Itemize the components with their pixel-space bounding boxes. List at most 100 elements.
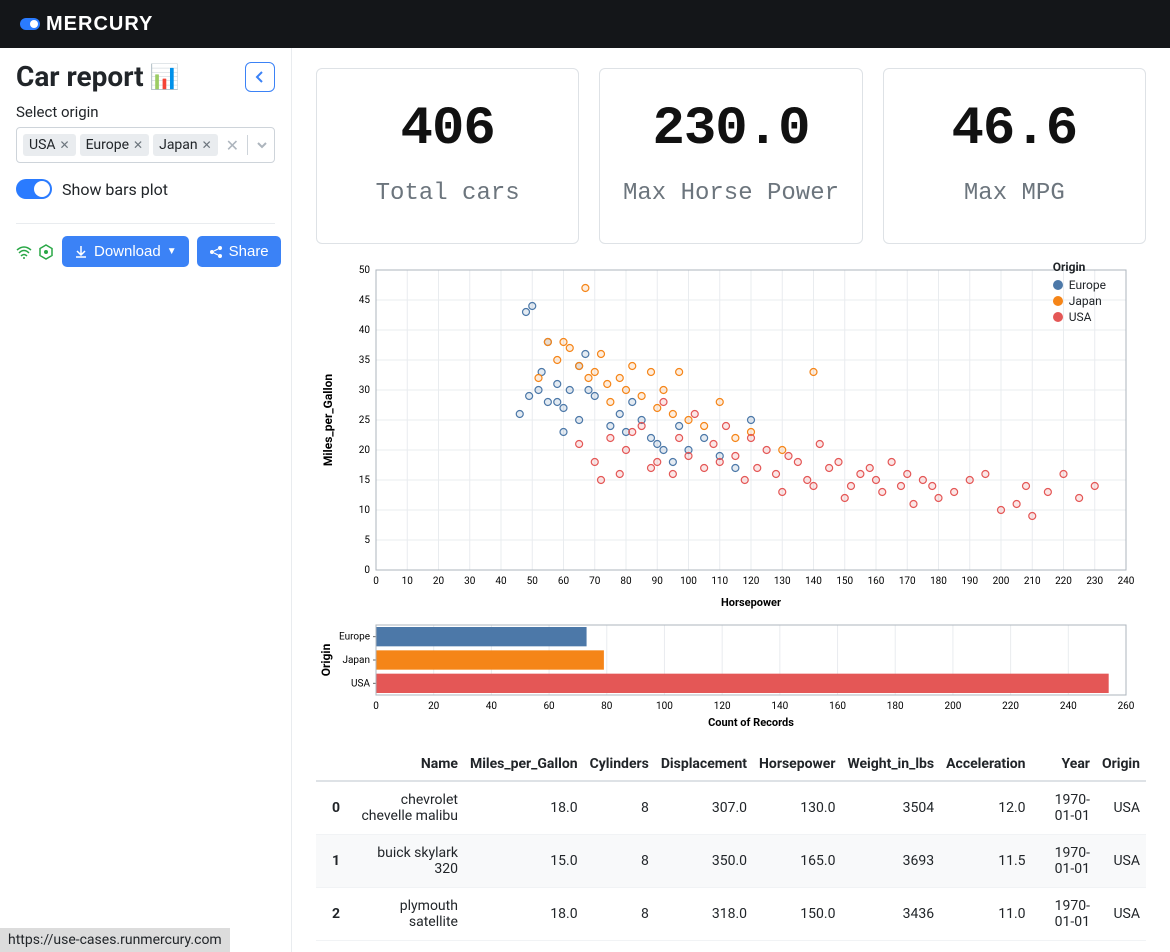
svg-text:40: 40 xyxy=(486,701,498,712)
svg-text:120: 120 xyxy=(743,576,760,587)
tag-usa: USA✕ xyxy=(23,134,76,156)
svg-text:260: 260 xyxy=(1118,701,1135,712)
share-button[interactable]: Share xyxy=(197,236,281,267)
svg-text:60: 60 xyxy=(558,576,570,587)
svg-text:45: 45 xyxy=(359,295,371,306)
svg-text:15: 15 xyxy=(359,475,371,486)
svg-text:80: 80 xyxy=(620,576,632,587)
page-title-text: Car report xyxy=(16,60,144,93)
svg-text:Count of Records: Count of Records xyxy=(708,716,794,729)
table-row: 0chevrolet chevelle malibu18.08307.0130.… xyxy=(316,781,1146,835)
scatter-plot-svg: 0102030405060708090100110120130140150160… xyxy=(316,260,1136,610)
svg-text:180: 180 xyxy=(887,701,904,712)
card-label: Max Horse Power xyxy=(610,178,851,209)
svg-text:20: 20 xyxy=(359,445,371,456)
scatter-chart: Origin Europe Japan USA 0102030405060708… xyxy=(316,260,1146,610)
svg-text:200: 200 xyxy=(993,576,1010,587)
svg-text:120: 120 xyxy=(714,701,731,712)
svg-text:230: 230 xyxy=(1086,576,1103,587)
svg-text:90: 90 xyxy=(652,576,664,587)
share-icon xyxy=(209,245,223,259)
chart-emoji-icon: 📊 xyxy=(150,63,180,91)
table-header: Weight_in_lbs xyxy=(841,748,940,781)
svg-text:0: 0 xyxy=(364,565,370,576)
brand[interactable]: MERCURY xyxy=(0,0,292,48)
svg-text:30: 30 xyxy=(464,576,476,587)
legend-item[interactable]: Europe xyxy=(1053,278,1106,292)
table-header: Name xyxy=(346,748,464,781)
svg-text:20: 20 xyxy=(433,576,445,587)
sidebar: Car report 📊 Select origin USA✕ Europe✕ … xyxy=(0,48,292,952)
svg-text:150: 150 xyxy=(836,576,853,587)
svg-text:35: 35 xyxy=(359,355,371,366)
table-header xyxy=(316,748,346,781)
svg-text:25: 25 xyxy=(359,415,371,426)
collapse-sidebar-button[interactable] xyxy=(245,62,275,92)
download-button[interactable]: Download ▼ xyxy=(62,236,189,267)
table-header: Miles_per_Gallon xyxy=(464,748,584,781)
svg-text:Japan: Japan xyxy=(342,655,370,666)
svg-text:160: 160 xyxy=(868,576,885,587)
svg-text:100: 100 xyxy=(680,576,697,587)
scatter-legend: Origin Europe Japan USA xyxy=(1053,260,1106,326)
svg-text:80: 80 xyxy=(601,701,613,712)
table-header: Cylinders xyxy=(584,748,655,781)
card-value: 406 xyxy=(327,99,568,160)
table-header: Year xyxy=(1032,748,1096,781)
remove-tag-icon[interactable]: ✕ xyxy=(133,138,143,152)
svg-text:60: 60 xyxy=(543,701,555,712)
svg-text:20: 20 xyxy=(428,701,440,712)
card-max-mpg: 46.6 Max MPG xyxy=(883,68,1146,244)
svg-text:140: 140 xyxy=(805,576,822,587)
stat-cards: 406 Total cars 230.0 Max Horse Power 46.… xyxy=(316,68,1146,244)
svg-text:140: 140 xyxy=(771,701,788,712)
svg-text:200: 200 xyxy=(944,701,961,712)
svg-text:Europe: Europe xyxy=(339,632,370,643)
table-row: 2plymouth satellite18.08318.0150.0343611… xyxy=(316,888,1146,941)
table-header: Displacement xyxy=(655,748,753,781)
page-title: Car report 📊 xyxy=(16,60,180,93)
bar-chart: 020406080100120140160180200220240260Euro… xyxy=(316,620,1146,734)
caret-down-icon: ▼ xyxy=(167,246,177,257)
logo-icon xyxy=(20,18,40,30)
show-bars-toggle[interactable] xyxy=(16,179,52,199)
svg-text:110: 110 xyxy=(711,576,728,587)
card-value: 230.0 xyxy=(610,99,851,160)
hexagon-icon xyxy=(38,244,54,260)
chevron-down-icon[interactable] xyxy=(256,139,268,151)
svg-text:50: 50 xyxy=(359,265,371,276)
clear-all-icon[interactable]: ✕ xyxy=(226,136,239,155)
svg-text:50: 50 xyxy=(527,576,539,587)
main-content[interactable]: 406 Total cars 230.0 Max Horse Power 46.… xyxy=(292,48,1170,952)
svg-text:220: 220 xyxy=(1055,576,1072,587)
tag-japan: Japan✕ xyxy=(153,134,218,156)
svg-text:40: 40 xyxy=(359,325,371,336)
svg-text:130: 130 xyxy=(774,576,791,587)
svg-text:Origin: Origin xyxy=(319,644,333,677)
download-icon xyxy=(74,245,88,259)
data-table: NameMiles_per_GallonCylindersDisplacemen… xyxy=(316,748,1146,941)
remove-tag-icon[interactable]: ✕ xyxy=(60,138,70,152)
legend-item[interactable]: Japan xyxy=(1053,294,1106,308)
card-label: Max MPG xyxy=(894,178,1135,209)
table-header: Origin xyxy=(1096,748,1146,781)
table-header: Horsepower xyxy=(753,748,841,781)
tag-europe: Europe✕ xyxy=(80,134,150,156)
legend-title: Origin xyxy=(1053,260,1106,274)
svg-text:5: 5 xyxy=(364,535,370,546)
svg-text:0: 0 xyxy=(373,701,379,712)
chevron-left-icon xyxy=(254,71,266,83)
legend-item[interactable]: USA xyxy=(1053,310,1106,324)
origin-multiselect[interactable]: USA✕ Europe✕ Japan✕ ✕ xyxy=(16,127,275,163)
card-max-hp: 230.0 Max Horse Power xyxy=(599,68,862,244)
svg-text:0: 0 xyxy=(373,576,379,587)
svg-text:180: 180 xyxy=(930,576,947,587)
svg-text:160: 160 xyxy=(829,701,846,712)
svg-text:220: 220 xyxy=(1002,701,1019,712)
svg-text:10: 10 xyxy=(402,576,414,587)
remove-tag-icon[interactable]: ✕ xyxy=(202,138,212,152)
table-row: 1buick skylark 32015.08350.0165.0369311.… xyxy=(316,835,1146,888)
svg-text:210: 210 xyxy=(1024,576,1041,587)
svg-text:Horsepower: Horsepower xyxy=(721,596,781,609)
svg-text:190: 190 xyxy=(961,576,978,587)
